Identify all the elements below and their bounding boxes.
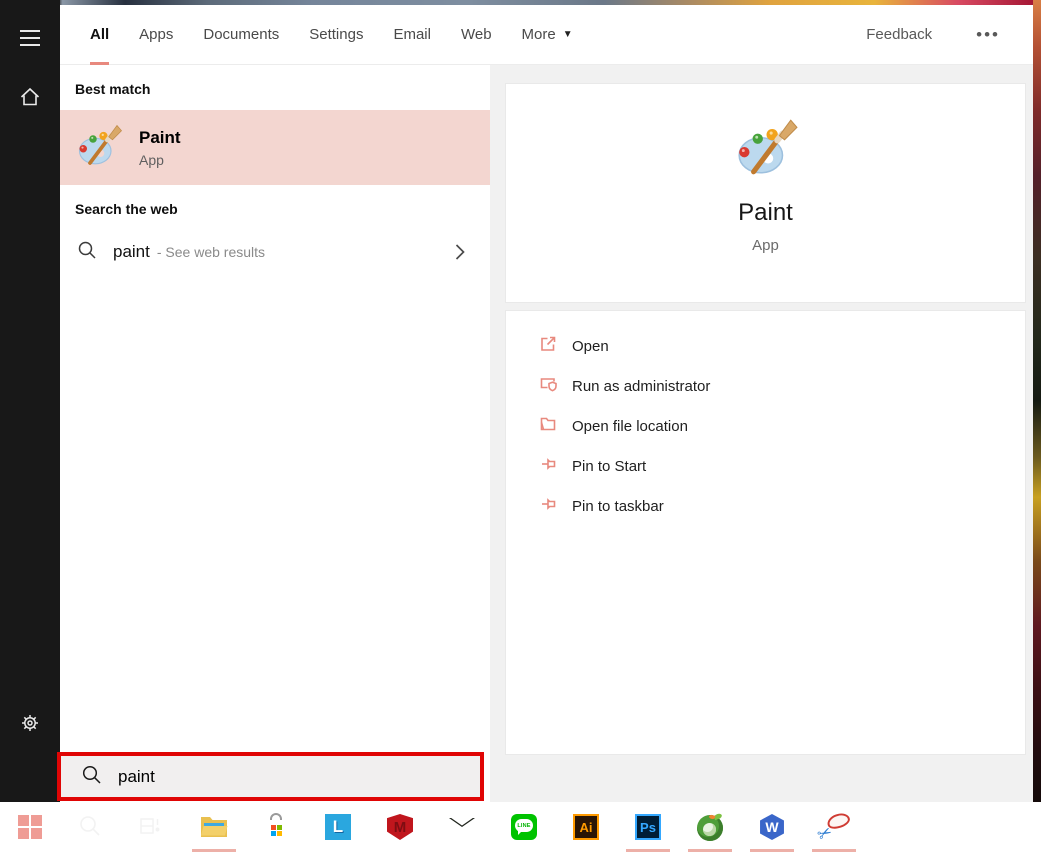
search-flyout-panel: All Apps Documents Settings Email Web Mo… [60, 5, 1033, 802]
task-view-button[interactable] [125, 802, 173, 852]
tab-all[interactable]: All [90, 5, 110, 66]
mcafee-button[interactable]: M [376, 802, 424, 852]
line-app-icon: LINE [511, 814, 537, 840]
illustrator-icon: Ai [573, 814, 599, 840]
settings-button[interactable] [0, 700, 60, 748]
action-pin-to-taskbar[interactable]: Pin to taskbar [506, 486, 1025, 526]
task-view-icon [137, 814, 161, 841]
hamburger-menu-button[interactable] [0, 14, 60, 62]
preview-app-type: App [752, 237, 779, 254]
search-results-column: Best match Paint App Search the web pain… [60, 65, 490, 802]
microsoft-store-icon [263, 813, 289, 841]
windows-logo-icon [18, 815, 42, 839]
tab-more[interactable]: More ▼ [522, 5, 573, 65]
file-explorer-icon [200, 814, 228, 841]
more-options-button[interactable]: ••• [976, 25, 1000, 45]
feedback-link[interactable]: Feedback [866, 26, 932, 43]
coccoc-browser-icon [696, 812, 724, 841]
scissors-snip-icon: ✂ [814, 810, 852, 846]
line-button[interactable]: LINE [500, 802, 548, 852]
best-match-app-name: Paint [139, 127, 181, 147]
best-match-app-type: App [139, 151, 164, 168]
taskbar-search-box[interactable] [61, 756, 480, 797]
snipping-app-button[interactable]: ✂ [810, 802, 858, 852]
desktop-wallpaper-right-strip [1033, 0, 1041, 802]
illustrator-button[interactable]: Ai [562, 802, 610, 852]
taskbar-search-button[interactable] [66, 802, 114, 852]
mail-button[interactable] [438, 802, 486, 852]
pin-icon [538, 494, 558, 518]
folder-icon [538, 414, 558, 438]
taskbar: L M LINE Ai Ps W ✂ [0, 802, 1041, 852]
action-label: Pin to Start [572, 457, 647, 475]
paint-app-icon [75, 121, 123, 174]
chevron-right-icon [454, 242, 466, 262]
coccoc-browser-button[interactable] [686, 802, 734, 852]
action-run-as-administrator[interactable]: Run as administrator [506, 366, 1025, 406]
action-pin-to-start[interactable]: Pin to Start [506, 446, 1025, 486]
wps-office-button[interactable]: W [748, 802, 796, 852]
mcafee-shield-icon: M [387, 814, 413, 840]
app-preview-card: Paint App [505, 83, 1026, 303]
preview-app-name: Paint [738, 199, 793, 226]
microsoft-store-button[interactable] [252, 802, 300, 852]
pin-icon [538, 454, 558, 478]
action-open[interactable]: Open [506, 326, 1025, 366]
annotation-highlight-box [57, 752, 484, 801]
start-button[interactable] [6, 802, 54, 852]
web-query-text: paint [113, 242, 150, 261]
search-icon [77, 240, 97, 265]
search-filter-tabs: All Apps Documents Settings Email Web Mo… [60, 5, 1033, 66]
preview-pane: Paint App Open Run as administrator Open… [490, 65, 1033, 802]
action-label: Run as administrator [572, 377, 711, 395]
web-query-suffix: - See web results [156, 244, 266, 260]
web-search-result[interactable]: paint - See web results [60, 230, 490, 274]
tab-web[interactable]: Web [461, 5, 492, 65]
search-icon [81, 764, 102, 790]
photoshop-button[interactable]: Ps [624, 802, 672, 852]
windows-search-screen: All Apps Documents Settings Email Web Mo… [0, 0, 1041, 852]
action-label: Open [572, 337, 609, 355]
photoshop-icon: Ps [635, 814, 661, 840]
shield-icon [538, 374, 558, 398]
action-label: Pin to taskbar [572, 497, 664, 515]
action-label: Open file location [572, 417, 688, 435]
l-app-button[interactable]: L [314, 802, 362, 852]
chevron-down-icon: ▼ [562, 29, 573, 40]
tab-settings[interactable]: Settings [309, 5, 363, 65]
tab-email[interactable]: Email [393, 5, 431, 65]
home-button[interactable] [0, 74, 60, 122]
wps-office-icon: W [760, 814, 784, 840]
tab-documents[interactable]: Documents [203, 5, 279, 65]
search-icon [78, 814, 102, 841]
l-app-icon: L [325, 814, 351, 840]
tab-apps[interactable]: Apps [139, 5, 173, 65]
open-icon [538, 334, 558, 358]
mail-envelope-icon [448, 817, 476, 837]
action-open-file-location[interactable]: Open file location [506, 406, 1025, 446]
app-actions-card: Open Run as administrator Open file loca… [505, 310, 1026, 755]
file-explorer-button[interactable] [190, 802, 238, 852]
gear-icon [19, 712, 41, 737]
home-icon [18, 85, 42, 112]
best-match-result-paint[interactable]: Paint App [60, 110, 490, 185]
best-match-header: Best match [75, 81, 151, 97]
paint-app-icon-large [733, 114, 799, 185]
search-left-rail [0, 0, 60, 802]
search-input[interactable] [118, 766, 480, 787]
search-the-web-header: Search the web [75, 201, 178, 217]
